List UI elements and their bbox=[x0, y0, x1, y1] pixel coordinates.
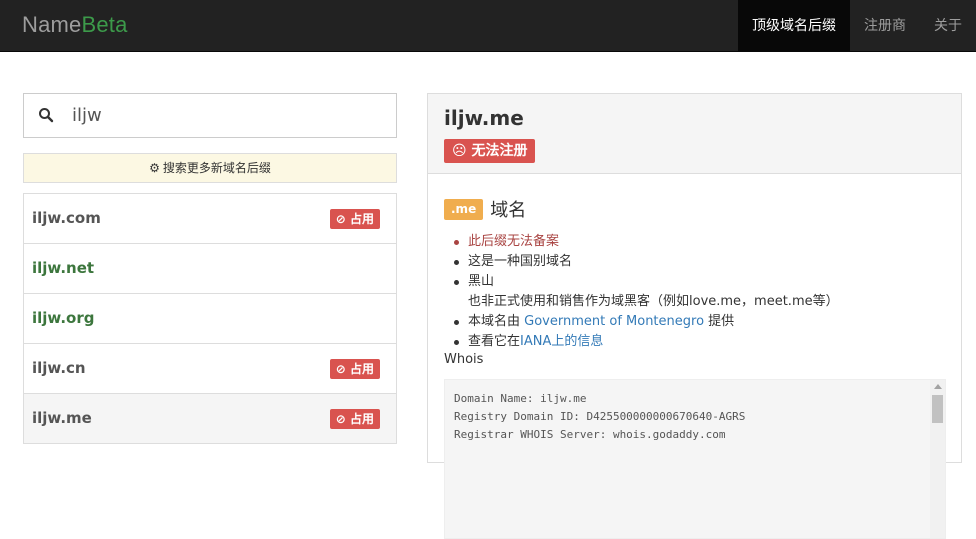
main-nav: 顶级域名后缀 注册商 关于 bbox=[738, 0, 976, 52]
fact-region: 黑山也非正式使用和销售作为域黑客（例如love.me，meet.me等） bbox=[452, 272, 942, 312]
taken-badge-label: 占用 bbox=[349, 212, 374, 226]
nav-item-registrars[interactable]: 注册商 bbox=[850, 0, 920, 52]
top-navbar: NameBeta 顶级域名后缀 注册商 关于 bbox=[0, 0, 976, 52]
ban-icon: ⊘ bbox=[335, 412, 350, 426]
fact-no-filing: 此后缀无法备案 bbox=[452, 232, 942, 252]
domain-row-org[interactable]: iljw.org bbox=[24, 294, 396, 344]
more-tlds-label: 搜索更多新域名后缀 bbox=[162, 161, 271, 175]
provider-suffix: 提供 bbox=[708, 314, 735, 329]
ban-icon: ⊘ bbox=[335, 362, 350, 376]
fact-hack-note: 也非正式使用和销售作为域黑客（例如love.me，meet.me等） bbox=[468, 294, 839, 309]
unavailable-label: ☹ 无法注册 bbox=[444, 139, 536, 163]
iana-prefix: 查看它在 bbox=[468, 334, 521, 349]
domain-row-cn[interactable]: iljw.cn ⊘ 占用 bbox=[24, 344, 396, 394]
detail-header: iljw.me ☹ 无法注册 bbox=[428, 94, 961, 174]
gear-icon: ⚙ bbox=[149, 161, 160, 175]
search-box bbox=[23, 93, 397, 138]
fact-iana: 查看它在IANA上的信息 bbox=[452, 332, 942, 352]
whois-scrollbar[interactable] bbox=[930, 380, 945, 538]
taken-badge-label: 占用 bbox=[349, 412, 374, 426]
taken-badge: ⊘ 占用 bbox=[329, 209, 380, 229]
domain-row-me[interactable]: iljw.me ⊘ 占用 bbox=[24, 394, 396, 444]
whois-line: Registry Domain ID: D425500000000670640-… bbox=[454, 410, 746, 423]
domain-name: iljw.me bbox=[32, 409, 92, 427]
fact-region-name: 黑山 bbox=[468, 274, 495, 289]
whois-output[interactable]: Domain Name: iljw.me Registry Domain ID:… bbox=[444, 379, 946, 539]
whois-line: Domain Name: iljw.me bbox=[454, 392, 587, 405]
scrollbar-thumb[interactable] bbox=[932, 395, 943, 423]
brand-accent: Beta bbox=[81, 12, 128, 37]
detail-body: .me 域名 此后缀无法备案 这是一种国别域名 黑山也非正式使用和销售作为域黑客… bbox=[428, 174, 961, 539]
tld-tag: .me bbox=[444, 198, 484, 220]
brand-name: Name bbox=[22, 12, 82, 37]
domain-name: iljw.org bbox=[32, 309, 95, 327]
domain-row-com[interactable]: iljw.com ⊘ 占用 bbox=[24, 194, 396, 244]
domain-result-list: iljw.com ⊘ 占用 iljw.net iljw.org iljw.cn … bbox=[23, 193, 397, 444]
search-input[interactable] bbox=[72, 94, 382, 137]
iana-link[interactable]: IANA上的信息 bbox=[520, 334, 603, 349]
whois-label: Whois bbox=[444, 352, 484, 367]
unavailable-label-text: 无法注册 bbox=[471, 143, 528, 159]
tld-word: 域名 bbox=[490, 200, 527, 221]
tld-heading: .me 域名 bbox=[444, 196, 526, 222]
domain-name: iljw.com bbox=[32, 209, 101, 227]
search-icon bbox=[39, 108, 54, 123]
nav-item-tlds[interactable]: 顶级域名后缀 bbox=[738, 0, 850, 52]
domain-name: iljw.cn bbox=[32, 359, 86, 377]
domain-detail-panel: iljw.me ☹ 无法注册 .me 域名 此后缀无法备案 这是一种国别域名 黑… bbox=[427, 93, 962, 539]
more-tlds-button[interactable]: ⚙ 搜索更多新域名后缀 bbox=[23, 153, 397, 183]
ban-icon: ⊘ bbox=[335, 212, 350, 226]
tld-facts-list: 此后缀无法备案 这是一种国别域名 黑山也非正式使用和销售作为域黑客（例如love… bbox=[452, 232, 942, 352]
fact-country-code: 这是一种国别域名 bbox=[452, 252, 942, 272]
scroll-up-arrow-icon[interactable] bbox=[934, 384, 942, 389]
detail-title: iljw.me bbox=[444, 106, 524, 130]
domain-name: iljw.net bbox=[32, 259, 95, 277]
provider-prefix: 本域名由 bbox=[468, 314, 521, 329]
whois-line: Registrar WHOIS Server: whois.godaddy.co… bbox=[454, 428, 726, 441]
nav-item-about[interactable]: 关于 bbox=[920, 0, 976, 52]
taken-badge: ⊘ 占用 bbox=[329, 359, 380, 379]
whois-text: Domain Name: iljw.me Registry Domain ID:… bbox=[445, 380, 945, 454]
provider-link[interactable]: Government of Montenegro bbox=[524, 314, 704, 329]
brand-logo[interactable]: NameBeta bbox=[22, 12, 128, 38]
taken-badge: ⊘ 占用 bbox=[329, 409, 380, 429]
fact-provider: 本域名由 Government of Montenegro 提供 bbox=[452, 312, 942, 332]
domain-row-net[interactable]: iljw.net bbox=[24, 244, 396, 294]
taken-badge-label: 占用 bbox=[349, 362, 374, 376]
sad-face-icon: ☹ bbox=[452, 143, 472, 159]
